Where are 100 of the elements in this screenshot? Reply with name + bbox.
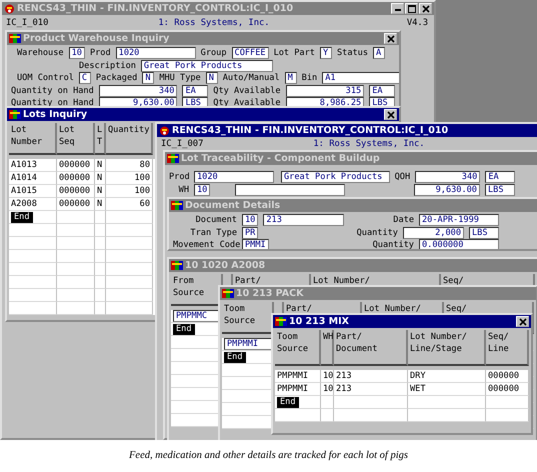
column-header: WH [323,332,334,342]
table-cell: N [97,199,102,209]
version-label: V4.3 [406,18,428,28]
field-label: Quantity on Hand [11,98,94,108]
input-field[interactable]: LBS [469,226,499,239]
table-cell: N [97,160,102,170]
column-header: From Source [173,276,204,298]
window-title: RENCS43_THIN - FIN.INVENTORY_CONTROL:IC_I_010 [172,125,448,136]
field-label: Qty Available [213,86,281,96]
input-field[interactable]: A1 [322,72,399,84]
field-label: Group [200,48,227,58]
input-field[interactable]: 2,000 [403,226,464,239]
table-cell: 80 [140,160,150,170]
table-cell: N [97,186,102,196]
field-label: UOM Control [17,73,74,84]
window-title: 10 213 MIX [289,316,349,327]
company-name: 1: Ross Systems, Inc. [158,18,270,28]
table-cell: 213 [336,384,352,394]
input-field[interactable]: N [142,72,154,84]
input-field[interactable]: 10 [242,214,258,226]
input-field[interactable]: PMMI [242,239,269,249]
field-label: Packaged [96,73,138,84]
table-cell: 10 [323,384,333,394]
field-label: Prod [169,172,189,182]
end-marker: End [224,352,246,363]
column-header: Seq/ Line [488,332,509,354]
field-label: Date [393,215,414,226]
field-label: Warehouse [17,48,64,58]
field-label: Quantity on Hand [11,86,94,96]
input-field[interactable]: 340 [415,171,480,184]
input-field[interactable]: LBS [485,184,515,196]
field-label: Quantity [356,228,398,238]
column-header: Lot Number/ [313,276,370,286]
input-field[interactable]: N [206,72,218,84]
column-header: Quantity [108,125,150,135]
table-cell: 000000 [59,199,90,209]
input-field[interactable]: 1020 [194,171,274,184]
input-field[interactable]: M [284,72,297,84]
input-field[interactable]: 10 [194,184,210,196]
figure-caption: Feed, medication and other details are tracked for each lot of pigs [128,449,409,461]
input-field[interactable]: Great Pork Products [140,60,273,72]
window-title: Product Warehouse Inquiry [23,33,170,44]
table-cell: 000000 [488,371,520,381]
input-field[interactable]: 1020 [116,47,196,60]
window-title: RENCS43_THIN - FIN.INVENTORY_CONTROL:IC_I_010 [17,3,294,14]
column-header: Part/ [235,276,261,286]
field-label: Description [79,60,136,71]
table-cell: 000000 [59,186,90,196]
window-title: Document Details [185,200,280,211]
field-label: QOH [394,172,410,182]
table-cell: 100 [134,173,150,183]
table-cell: 000000 [59,173,90,183]
field-label: Quantity [372,240,414,249]
input-field[interactable]: Great Pork Products [281,171,390,184]
table-cell: 60 [140,199,150,209]
input-field[interactable]: EA [485,171,515,184]
input-field[interactable]: A [373,47,386,60]
input-field[interactable]: PMPMMC [173,310,221,322]
end-marker: End [11,212,33,223]
input-field[interactable]: COFFEE [232,47,269,60]
column-header: Seq/ [443,276,464,286]
column-header: Toom Source [224,304,256,326]
table-cell: PMPMMI [277,384,308,394]
table-cell: 10 [323,371,333,381]
input-field[interactable]: C [78,72,91,84]
input-field[interactable]: 10 [68,47,85,60]
input-field[interactable]: Y [320,47,332,60]
table-cell: A1015 [11,186,37,196]
field-label: Document [194,215,237,226]
field-label: Qty Available [213,98,281,108]
table-cell: N [97,173,102,183]
table-cell: A2008 [11,199,37,209]
input-field[interactable]: 315 [286,84,364,97]
end-marker: End [173,324,195,335]
window-title: Lot Traceability - Component Buildup [181,153,380,164]
column-header: Toom Source [277,332,308,354]
input-field[interactable]: PMPMMI [224,338,272,350]
input-field[interactable]: 20-APR-1999 [419,214,499,226]
input-field[interactable]: EA [182,84,208,97]
column-header: Part/ [286,304,312,314]
table-cell: WET [410,384,426,394]
end-marker: End [277,397,299,408]
input-field[interactable]: EA [369,84,395,97]
field-label: Lot Part [274,48,315,58]
table-cell: 000000 [488,384,520,394]
table-cell: DRY [410,371,426,381]
field-label: Bin [302,73,318,84]
column-header: Lot Seq [59,125,75,147]
company-name: 1: Ross Systems, Inc. [313,139,425,149]
input-field[interactable]: 213 [263,214,344,226]
input-field[interactable]: 340 [98,84,178,97]
field-label: MHU Type [159,73,201,84]
column-header: Lot Number [11,125,42,147]
input-field[interactable]: 0.000000 [419,239,499,249]
column-header: L T [97,125,102,147]
column-header: Part/ Document [336,332,378,354]
field-label: Tran Type [189,228,237,238]
column-header: Lot Number/ Line/Stage [410,332,467,354]
input-field[interactable]: 9,630.00 [414,184,480,196]
input-field[interactable]: PR [242,226,258,239]
